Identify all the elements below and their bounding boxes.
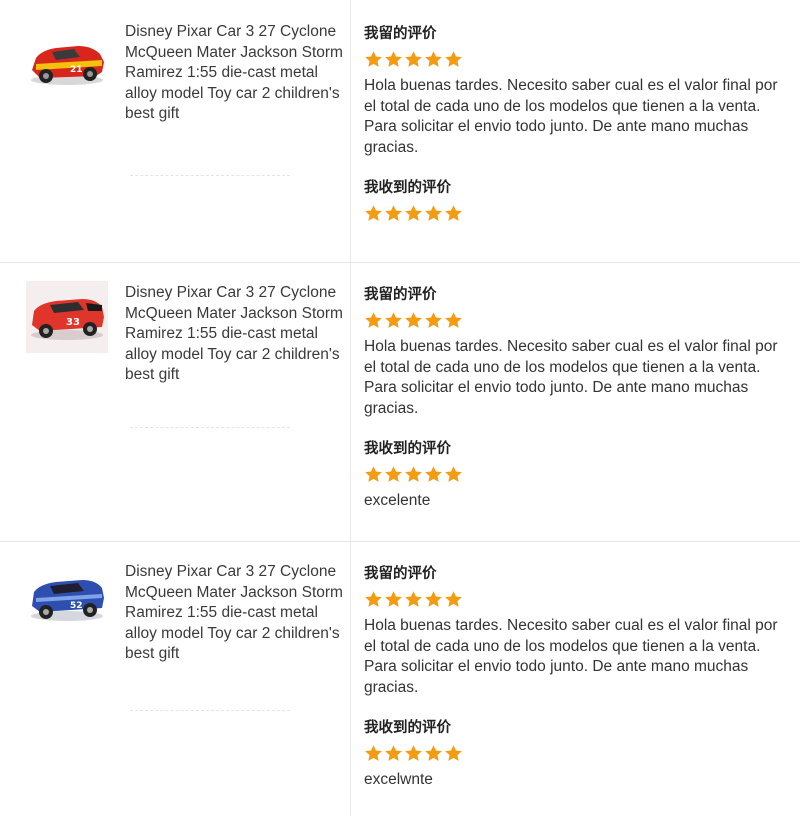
divider-faint — [130, 175, 290, 177]
review-panel: 我留的评价 Hola buenas tardes. Necesito saber… — [364, 24, 784, 224]
star-icon — [445, 590, 462, 607]
star-icon — [425, 50, 442, 67]
star-icon — [365, 50, 382, 67]
star-icon — [445, 205, 462, 221]
star-icon — [365, 205, 382, 221]
svg-text:21: 21 — [70, 65, 83, 75]
product-thumbnail[interactable]: 33 — [26, 281, 108, 353]
received-review-stars — [364, 202, 784, 224]
product-title[interactable]: Disney Pixar Car 3 27 Cyclone McQueen Ma… — [125, 562, 345, 665]
divider-faint — [130, 427, 290, 429]
product-thumbnail[interactable]: 21 — [26, 30, 108, 102]
product-title[interactable]: Disney Pixar Car 3 27 Cyclone McQueen Ma… — [125, 22, 345, 125]
star-icon — [425, 311, 442, 328]
column-divider — [350, 542, 351, 816]
star-icon — [405, 590, 422, 607]
my-review-label: 我留的评价 — [364, 566, 437, 582]
review-list: 21 Disney Pixar Car 3 27 Cyclone McQueen… — [0, 0, 800, 816]
star-icon — [405, 311, 422, 328]
red-yellow-race-car-icon: 21 — [31, 46, 104, 85]
star-icon — [365, 466, 382, 482]
star-icon — [385, 205, 402, 221]
received-review-stars — [364, 463, 784, 485]
star-icon — [385, 745, 402, 761]
star-icon — [385, 311, 402, 328]
received-review-stars — [364, 742, 784, 764]
my-review-stars — [364, 48, 784, 70]
received-review-label: 我收到的评价 — [364, 441, 451, 458]
star-icon — [445, 50, 462, 67]
star-icon — [445, 745, 462, 761]
star-icon — [385, 466, 402, 482]
star-icon — [405, 50, 422, 67]
received-review-text: excelwnte — [364, 771, 433, 789]
product-title[interactable]: Disney Pixar Car 3 27 Cyclone McQueen Ma… — [125, 283, 345, 386]
my-review-label: 我留的评价 — [364, 26, 437, 42]
star-icon — [385, 590, 402, 607]
product-thumbnail[interactable]: 52 — [26, 562, 108, 634]
star-icon — [425, 466, 442, 482]
star-icon — [445, 311, 462, 328]
star-icon — [405, 205, 422, 221]
received-review-label: 我收到的评价 — [364, 180, 451, 197]
star-icon — [385, 50, 402, 67]
received-review-text: excelente — [364, 492, 431, 510]
star-icon — [425, 745, 442, 761]
star-icon — [365, 745, 382, 761]
received-review-label: 我收到的评价 — [364, 720, 451, 737]
divider-faint — [130, 710, 290, 712]
review-row: 21 Disney Pixar Car 3 27 Cyclone McQueen… — [0, 0, 800, 262]
my-review-text: Hola buenas tardes. Necesito saber cual … — [364, 617, 778, 696]
my-review-text: Hola buenas tardes. Necesito saber cual … — [364, 77, 778, 156]
my-review-label: 我留的评价 — [364, 287, 437, 303]
review-row: 52 Disney Pixar Car 3 27 Cyclone McQueen… — [0, 542, 800, 816]
column-divider — [350, 0, 351, 262]
star-icon — [425, 590, 442, 607]
star-icon — [445, 466, 462, 482]
star-icon — [365, 590, 382, 607]
my-review-text: Hola buenas tardes. Necesito saber cual … — [364, 338, 778, 417]
review-panel: 我留的评价 Hola buenas tardes. Necesito saber… — [364, 285, 784, 511]
star-icon — [365, 311, 382, 328]
blue-race-car-icon: 52 — [31, 580, 104, 621]
svg-text:33: 33 — [66, 317, 80, 328]
my-review-stars — [364, 588, 784, 610]
star-icon — [405, 466, 422, 482]
my-review-stars — [364, 309, 784, 331]
star-icon — [405, 745, 422, 761]
review-panel: 我留的评价 Hola buenas tardes. Necesito saber… — [364, 564, 784, 790]
column-divider — [350, 263, 351, 541]
svg-text:52: 52 — [70, 601, 83, 611]
red-race-car-icon: 33 — [26, 281, 108, 353]
review-row: 33 Disney Pixar Car 3 27 Cyclone McQueen… — [0, 263, 800, 541]
star-icon — [425, 205, 442, 221]
